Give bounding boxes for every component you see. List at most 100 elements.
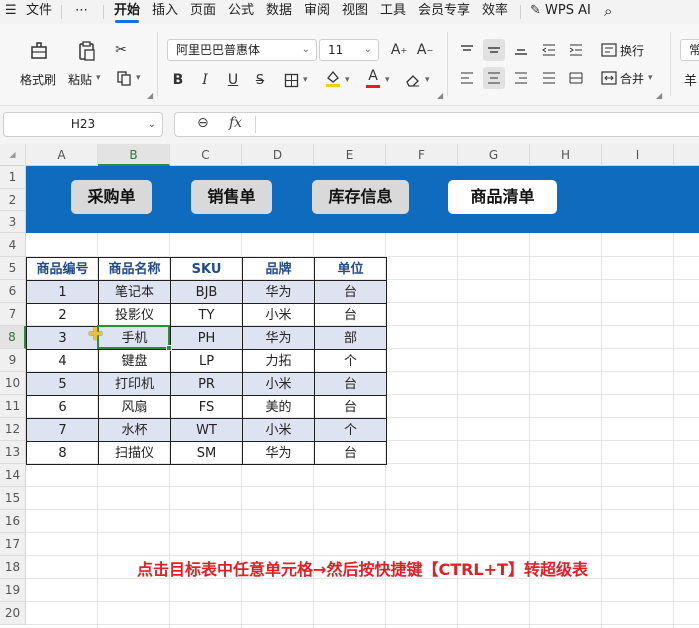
table-cell[interactable]: LP <box>171 350 243 373</box>
column-header-i[interactable]: I <box>602 144 674 166</box>
chevron-down-icon[interactable]: ▾ <box>648 73 653 83</box>
row-header-17[interactable]: 17 <box>0 533 26 556</box>
table-cell[interactable]: PH <box>171 327 243 350</box>
table-cell[interactable]: 小米 <box>243 304 315 327</box>
column-header-e[interactable]: E <box>314 144 386 166</box>
tab-page[interactable]: 页面 <box>190 0 216 24</box>
row-header-18[interactable]: 18 <box>0 556 26 579</box>
menu-more[interactable]: ⋯ <box>75 0 88 24</box>
table-cell[interactable]: 华为 <box>243 327 315 350</box>
table-cell[interactable]: 个 <box>315 419 387 442</box>
underline-button[interactable]: U <box>222 69 244 91</box>
bold-button[interactable]: B <box>167 69 189 91</box>
select-all-corner[interactable]: ◢ <box>0 144 26 166</box>
align-center-icon[interactable] <box>483 67 505 89</box>
chevron-down-icon[interactable]: ▾ <box>96 73 101 83</box>
row-header-15[interactable]: 15 <box>0 487 26 510</box>
spreadsheet-grid[interactable]: ◢ A B C D E F G H I 1 2 3 4 5 6 7 8 9 10 11 12 13 14 1… <box>0 144 699 628</box>
row-header-16[interactable]: 16 <box>0 510 26 533</box>
border-icon[interactable] <box>280 69 302 91</box>
tab-home[interactable]: 开始 <box>114 0 140 24</box>
chevron-down-icon[interactable]: ▾ <box>385 75 390 85</box>
row-header-5[interactable]: 5 <box>0 257 26 280</box>
table-cell[interactable]: 扫描仪 <box>99 442 171 465</box>
font-size-select[interactable]: 11 ⌄ <box>319 39 379 61</box>
currency-button[interactable]: 羊 <box>684 70 697 89</box>
table-cell[interactable]: 美的 <box>243 396 315 419</box>
merge-cells-icon[interactable] <box>598 67 620 89</box>
table-cell[interactable]: 力拓 <box>243 350 315 373</box>
search-icon[interactable]: ⌕ <box>604 0 612 24</box>
table-cell[interactable]: TY <box>171 304 243 327</box>
table-cell[interactable]: 1 <box>27 281 99 304</box>
row-header-1[interactable]: 1 <box>0 166 26 189</box>
eraser-icon[interactable] <box>402 69 424 91</box>
dialog-launcher-icon[interactable]: ◢ <box>656 91 662 100</box>
chevron-down-icon[interactable]: ▾ <box>136 73 141 83</box>
table-cell[interactable]: 4 <box>27 350 99 373</box>
hamburger-icon[interactable]: ☰ <box>5 0 17 24</box>
table-cell[interactable]: SM <box>171 442 243 465</box>
dialog-launcher-icon[interactable]: ◢ <box>437 91 443 100</box>
zoom-icon[interactable]: ⊖ <box>197 115 209 131</box>
fx-icon[interactable]: fx <box>229 115 242 131</box>
row-header-10[interactable]: 10 <box>0 372 26 395</box>
column-header-c[interactable]: C <box>170 144 242 166</box>
table-cell[interactable]: 台 <box>315 396 387 419</box>
table-cell[interactable]: 小米 <box>243 373 315 396</box>
table-cell[interactable]: PR <box>171 373 243 396</box>
table-cell[interactable]: 华为 <box>243 281 315 304</box>
table-cell[interactable]: FS <box>171 396 243 419</box>
table-cell[interactable]: 7 <box>27 419 99 442</box>
table-cell[interactable]: 风扇 <box>99 396 171 419</box>
table-cell[interactable]: 键盘 <box>99 350 171 373</box>
tab-formula[interactable]: 公式 <box>228 0 254 24</box>
active-cell-selection[interactable] <box>97 325 170 349</box>
table-cell[interactable]: 笔记本 <box>99 281 171 304</box>
tab-insert[interactable]: 插入 <box>152 0 178 24</box>
row-header-9[interactable]: 9 <box>0 349 26 372</box>
nav-button-inventory[interactable]: 库存信息 <box>312 180 409 214</box>
align-bottom-icon[interactable] <box>510 39 532 61</box>
tab-efficiency[interactable]: 效率 <box>482 0 508 24</box>
merge-label[interactable]: 合并 <box>620 70 644 87</box>
table-cell[interactable]: 部 <box>315 327 387 350</box>
tab-tools[interactable]: 工具 <box>380 0 406 24</box>
decrease-font-icon[interactable]: A − <box>414 39 436 61</box>
tab-review[interactable]: 审阅 <box>304 0 330 24</box>
row-header-13[interactable]: 13 <box>0 441 26 464</box>
row-header-20[interactable]: 20 <box>0 602 26 625</box>
format-painter-button[interactable] <box>24 38 54 64</box>
row-header-12[interactable]: 12 <box>0 418 26 441</box>
align-right-icon[interactable] <box>510 67 532 89</box>
column-header-f[interactable]: F <box>386 144 458 166</box>
wrap-text-label[interactable]: 换行 <box>620 42 644 59</box>
table-cell[interactable]: 投影仪 <box>99 304 171 327</box>
table-cell[interactable]: 6 <box>27 396 99 419</box>
font-name-select[interactable]: 阿里巴巴普惠体 ⌄ <box>167 39 317 61</box>
table-header-cell[interactable]: 品牌 <box>243 258 315 281</box>
dialog-launcher-icon[interactable]: ◢ <box>147 91 153 100</box>
column-header-h[interactable]: H <box>530 144 602 166</box>
copy-icon[interactable] <box>113 67 135 89</box>
column-header-b[interactable]: B <box>98 144 170 166</box>
table-header-cell[interactable]: SKU <box>171 258 243 281</box>
table-cell[interactable]: 个 <box>315 350 387 373</box>
table-cell[interactable]: WT <box>171 419 243 442</box>
align-middle-icon[interactable] <box>483 39 505 61</box>
increase-font-icon[interactable]: A + <box>388 39 410 61</box>
table-cell[interactable]: 台 <box>315 304 387 327</box>
nav-button-product-list[interactable]: 商品清单 <box>448 180 557 214</box>
cut-icon[interactable]: ✂ <box>110 39 132 61</box>
table-cell[interactable]: 华为 <box>243 442 315 465</box>
table-cell[interactable]: 水杯 <box>99 419 171 442</box>
table-cell[interactable]: 打印机 <box>99 373 171 396</box>
align-left-icon[interactable] <box>456 67 478 89</box>
table-header-cell[interactable]: 商品名称 <box>99 258 171 281</box>
tab-view[interactable]: 视图 <box>342 0 368 24</box>
table-cell[interactable]: 小米 <box>243 419 315 442</box>
row-header-6[interactable]: 6 <box>0 280 26 303</box>
row-header-11[interactable]: 11 <box>0 395 26 418</box>
table-header-cell[interactable]: 商品编号 <box>27 258 99 281</box>
chevron-down-icon[interactable]: ▾ <box>303 75 308 85</box>
